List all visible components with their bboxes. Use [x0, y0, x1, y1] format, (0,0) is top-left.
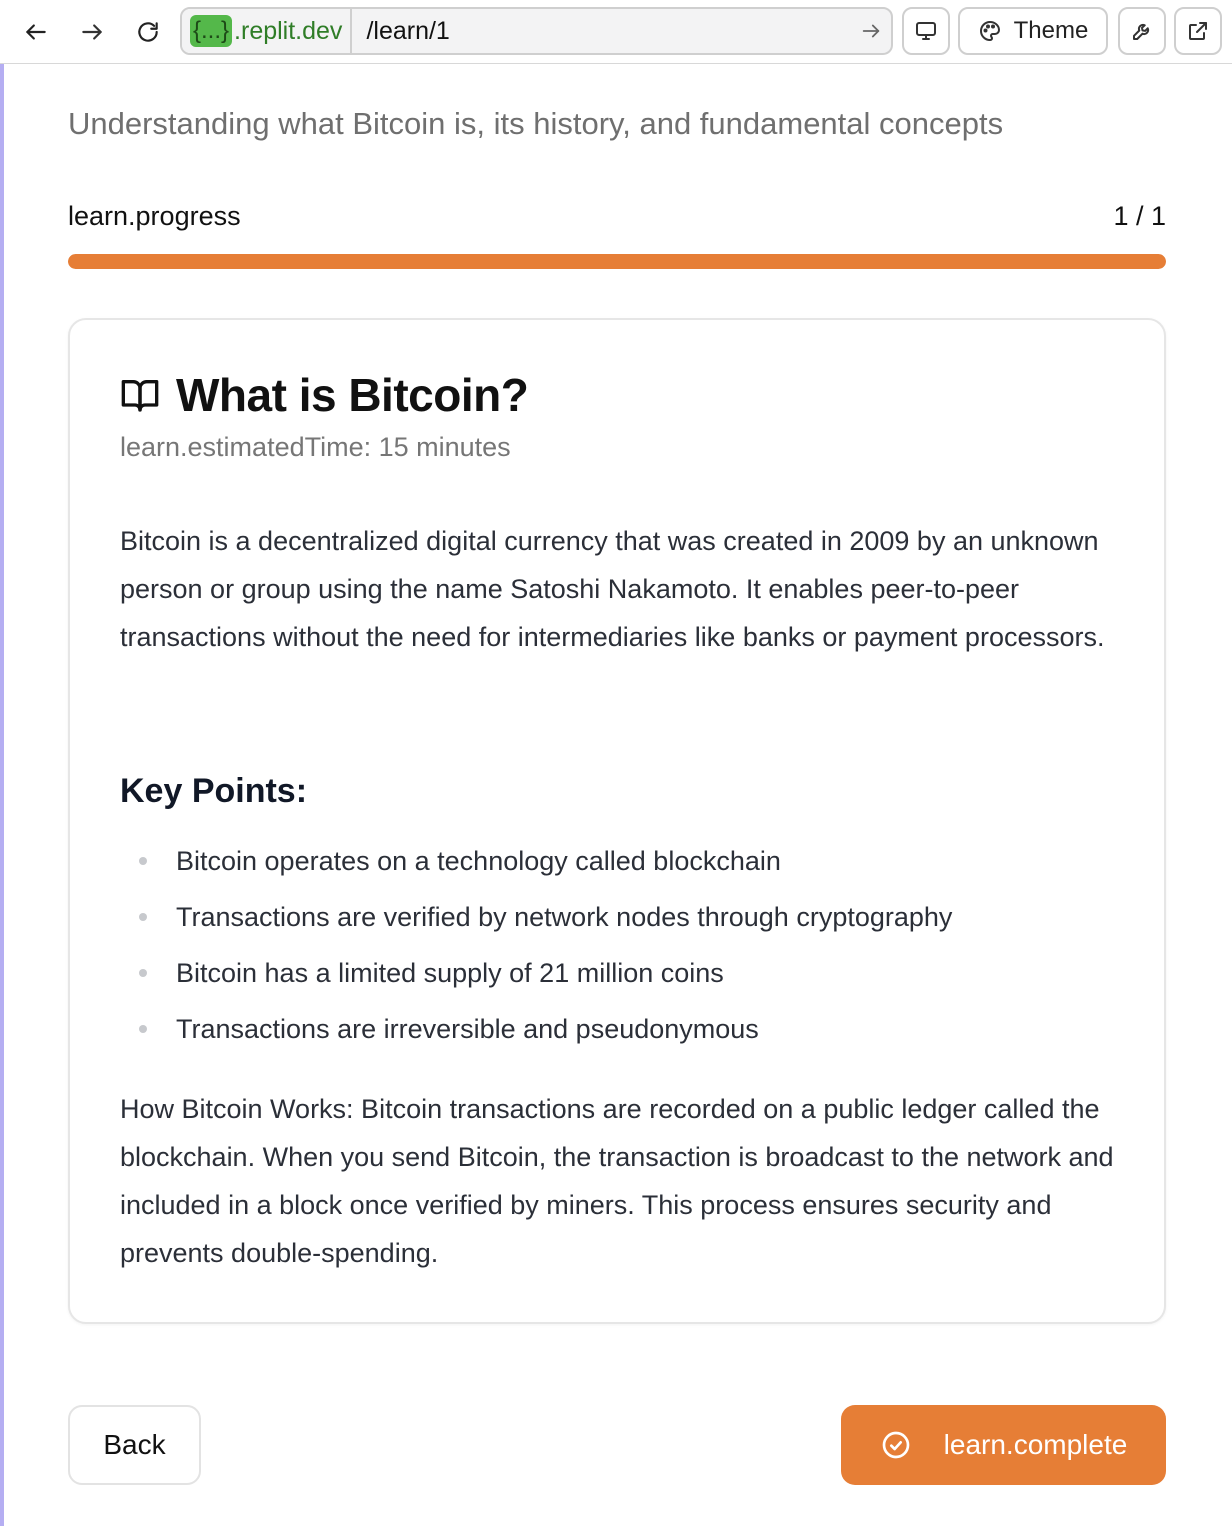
list-item: Bitcoin operates on a technology called … — [120, 833, 1120, 889]
wrench-icon — [1133, 23, 1150, 40]
list-item-text: Bitcoin operates on a technology called … — [176, 846, 781, 876]
lesson-title: What is Bitcoin? — [176, 369, 529, 421]
reload-icon[interactable] — [130, 14, 166, 50]
progress-count: 1 / 1 — [1113, 201, 1166, 231]
left-accent-bar — [0, 0, 4, 1526]
book-open-icon — [121, 380, 159, 412]
list-item-text: Transactions are verified by network nod… — [176, 902, 953, 932]
progress-bar — [68, 254, 1166, 269]
check-circle-icon — [882, 1431, 910, 1459]
palette-icon — [979, 21, 1000, 41]
list-item-text: Bitcoin has a limited supply of 21 milli… — [176, 958, 724, 988]
progress-bar-fill — [68, 254, 1166, 269]
devices-button[interactable] — [902, 7, 950, 55]
bullet-icon — [139, 969, 147, 977]
url-host: {...} .replit.dev — [182, 9, 353, 53]
monitor-icon — [916, 22, 936, 40]
go-arrow-icon[interactable] — [851, 20, 891, 42]
estimated-time: learn.estimatedTime: 15 minutes — [120, 432, 511, 462]
bullet-icon — [139, 1025, 147, 1033]
lesson-card: What is Bitcoin? learn.estimatedTime: 15… — [68, 318, 1166, 1324]
host-text: .replit.dev — [234, 16, 343, 45]
back-arrow-icon[interactable] — [18, 14, 54, 50]
external-link-icon — [1189, 22, 1207, 40]
address-bar[interactable]: {...} .replit.dev /learn/1 — [180, 7, 893, 55]
list-item-text: Transactions are irreversible and pseudo… — [176, 1014, 759, 1044]
devtools-button[interactable] — [1118, 7, 1166, 55]
how-it-works-text: How Bitcoin Works: Bitcoin transactions … — [120, 1094, 1114, 1268]
open-new-tab-button[interactable] — [1174, 7, 1222, 55]
lesson-header: What is Bitcoin? — [120, 368, 529, 422]
course-subtitle: Understanding what Bitcoin is, its histo… — [68, 106, 1004, 141]
list-item: Transactions are irreversible and pseudo… — [120, 1001, 1120, 1057]
lesson-intro: Bitcoin is a decentralized digital curre… — [120, 526, 1105, 652]
back-button[interactable]: Back — [68, 1405, 201, 1485]
list-item: Transactions are verified by network nod… — [120, 889, 1120, 945]
list-item: Bitcoin has a limited supply of 21 milli… — [120, 945, 1120, 1001]
progress-label: learn.progress — [68, 201, 241, 231]
bullet-icon — [139, 857, 147, 865]
forward-arrow-icon[interactable] — [74, 14, 110, 50]
host-badge: {...} — [190, 15, 233, 47]
browser-toolbar: {...} .replit.dev /learn/1 Theme — [0, 0, 1232, 64]
key-points-heading: Key Points: — [120, 772, 308, 810]
complete-button-label: learn.complete — [943, 1429, 1128, 1460]
bullet-icon — [139, 913, 147, 921]
key-points-list: Bitcoin operates on a technology called … — [120, 833, 1120, 1057]
url-path[interactable]: /learn/1 — [352, 17, 851, 46]
theme-button[interactable]: Theme — [958, 7, 1108, 55]
complete-button[interactable]: learn.complete — [841, 1405, 1166, 1485]
theme-label: Theme — [1013, 17, 1089, 44]
